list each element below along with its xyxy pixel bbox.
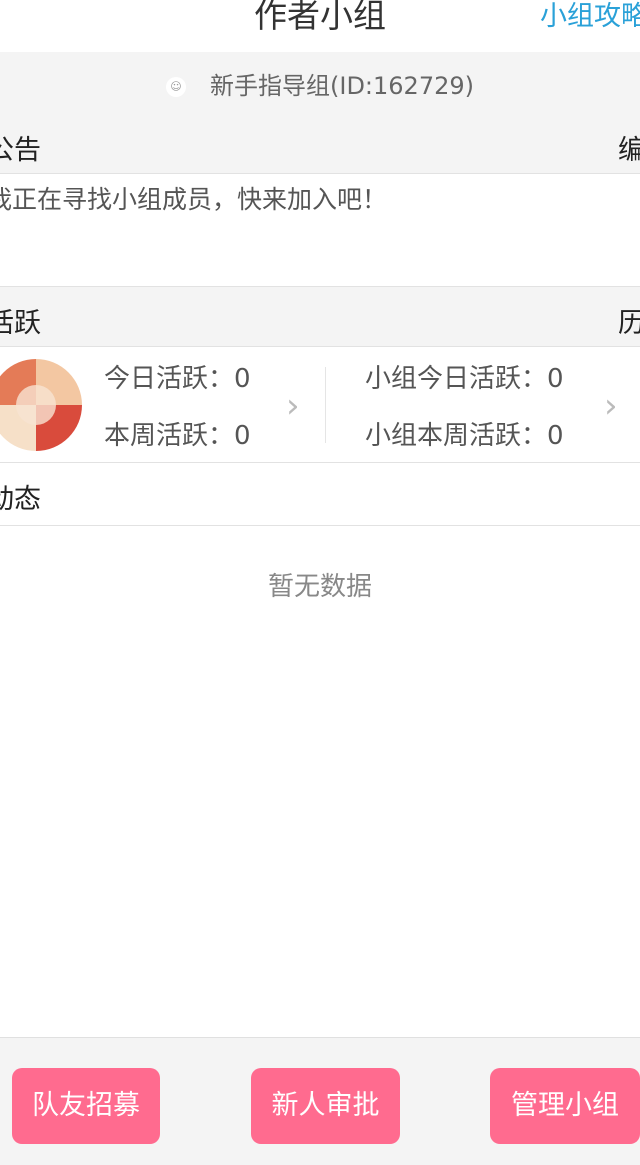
- group-today-activity: 小组今日活跃：0: [365, 364, 564, 394]
- activity-label: 活跃: [0, 308, 41, 339]
- today-activity: 今日活跃：0: [104, 364, 251, 394]
- week-activity: 本周活跃：0: [104, 421, 251, 451]
- announcement-header: 公告 编辑: [0, 116, 640, 174]
- divider: [325, 367, 326, 443]
- feed-label: 动态: [0, 484, 41, 515]
- recruit-teammates-button[interactable]: 队友招募: [12, 1068, 160, 1144]
- group-icon: ☺: [166, 77, 186, 97]
- feed-header: 动态: [0, 463, 640, 526]
- group-id-row: ☺ 新手指导组(ID:162729): [0, 70, 640, 102]
- activity-panel: 今日活跃：0 本周活跃：0 › 小组今日活跃：0 小组本周活跃：0 ›: [0, 347, 640, 463]
- avatar: [0, 359, 82, 451]
- edit-announcement-button[interactable]: 编辑: [618, 128, 640, 167]
- approve-newcomers-button[interactable]: 新人审批: [251, 1068, 400, 1144]
- group-id-bar: ☺ 新手指导组(ID:162729): [0, 52, 640, 116]
- activity-header: 活跃 历史: [0, 287, 640, 347]
- group-name-id: 新手指导组(ID:162729): [210, 72, 474, 100]
- bottom-action-bar: 队友招募 新人审批 管理小组: [0, 1037, 640, 1165]
- chevron-right-icon: ›: [286, 386, 300, 426]
- announcement-label: 公告: [0, 135, 41, 166]
- top-header: 作者小组 小组攻略: [0, 0, 640, 52]
- announcement-body: 我正在寻找小组成员，快来加入吧！: [0, 174, 640, 287]
- group-week-activity: 小组本周活跃：0: [365, 421, 564, 451]
- announcement-text: 我正在寻找小组成员，快来加入吧！: [0, 185, 388, 214]
- activity-history-button[interactable]: 历史: [618, 301, 640, 340]
- chevron-right-icon: ›: [604, 386, 618, 426]
- empty-state-text: 暂无数据: [267, 572, 372, 602]
- manage-group-button[interactable]: 管理小组: [490, 1068, 640, 1144]
- group-guide-link[interactable]: 小组攻略: [540, 0, 640, 34]
